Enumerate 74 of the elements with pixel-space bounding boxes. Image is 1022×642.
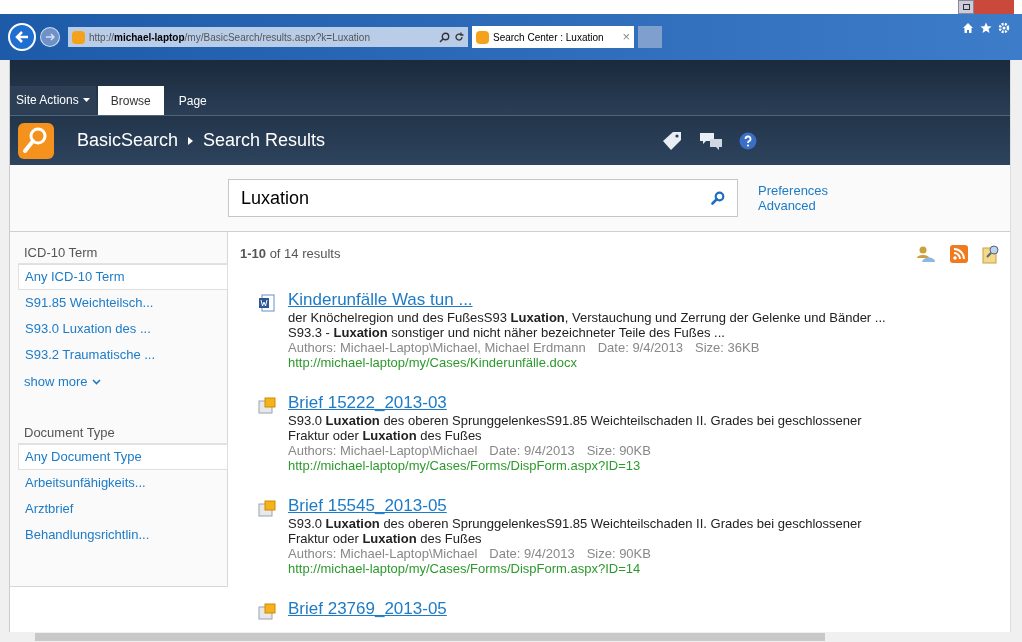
word-document-icon — [258, 294, 276, 312]
result-metadata: Size: 36KB — [695, 340, 760, 355]
caret-icon — [82, 97, 90, 102]
refiner-item[interactable]: S93.0 Luxation des ... — [18, 316, 227, 342]
site-title[interactable]: BasicSearch — [77, 127, 179, 154]
refiner-item[interactable]: Arztbrief — [18, 496, 227, 522]
result-metadata: Date: 9/4/2013 — [597, 340, 683, 355]
refiner-item[interactable]: Any ICD-10 Term — [18, 264, 228, 290]
tag-icon[interactable] — [661, 130, 683, 151]
result-summary: Fraktur oder Luxation des Fußes — [288, 531, 483, 546]
site-actions-menu[interactable]: Site Actions — [10, 86, 96, 113]
star-icon[interactable] — [980, 22, 992, 34]
search-field[interactable]: Luxation — [228, 179, 738, 217]
result-summary: S93.3 - Luxation sonstiger und nicht näher bezeichneter Teile des Fußes ... — [288, 325, 726, 340]
result-metadata: Authors: Michael-Laptop\Michael, Michael Erdmann — [288, 340, 586, 355]
list-item-icon — [258, 397, 276, 415]
refresh-icon — [454, 32, 464, 42]
restore-button[interactable] — [958, 0, 974, 14]
page-title: Search Results — [203, 129, 326, 152]
tab-title: Search Center : Luxation — [493, 30, 605, 45]
site-favicon — [72, 30, 85, 44]
vertical-scrollbar[interactable] — [1010, 60, 1022, 632]
alert-people-icon[interactable] — [916, 245, 936, 263]
refiner-item[interactable]: S93.2 Traumatische ... — [18, 342, 227, 368]
result-url: http://michael-laptop/my/Cases/Forms/DispForm.aspx?ID=14 — [288, 561, 642, 577]
address-bar[interactable]: http://michael-laptop/my/BasicSearch/results.aspx?k=Luxation — [68, 27, 468, 47]
horizontal-scrollbar[interactable] — [0, 632, 1022, 642]
ribbon-tab[interactable]: Page — [165, 86, 220, 115]
back-button[interactable] — [8, 23, 36, 51]
forward-button[interactable] — [40, 27, 60, 47]
close-tab-button[interactable]: × — [622, 27, 630, 47]
search-logo-icon — [17, 121, 55, 160]
rss-icon[interactable] — [950, 245, 968, 263]
result-summary: Fraktur oder Luxation des Fußes — [288, 428, 483, 443]
list-item-icon — [258, 500, 276, 518]
result-title-link[interactable]: Brief 15222_2013-03 — [288, 393, 862, 413]
results-count: 1-10 of 14 results — [240, 245, 342, 264]
list-item-icon — [258, 603, 276, 621]
search-document-icon[interactable] — [982, 244, 1000, 264]
breadcrumb-arrow-icon — [188, 136, 194, 145]
search-option-link[interactable]: Preferences — [758, 183, 829, 198]
browser-tab[interactable]: Search Center : Luxation × — [472, 26, 634, 48]
result-summary: der Knöchelregion und des FußesS93 Luxation, Verstauchung und Zerrung der Gelenke und Bänder ... — [288, 310, 886, 325]
search-icon[interactable] — [711, 191, 725, 205]
forward-arrow-icon — [45, 32, 55, 42]
address-text: http://michael-laptop/my/BasicSearch/results.aspx?k=Luxation — [89, 30, 371, 45]
result-metadata: Size: 90KB — [586, 546, 651, 561]
result-metadata: Date: 9/4/2013 — [489, 546, 575, 561]
search-icon — [439, 31, 450, 43]
speech-bubbles-icon[interactable] — [699, 130, 723, 151]
result-url: http://michael-laptop/my/Cases/Kinderunfälle.docx — [288, 355, 579, 371]
settings-icon[interactable] — [998, 22, 1010, 34]
refiner-item[interactable]: S91.85 Weichteilsch... — [18, 290, 227, 316]
refiner-item[interactable]: Any Document Type — [18, 444, 228, 470]
refiner-item[interactable]: Arbeitsunfähigkeits... — [18, 470, 227, 496]
refiner-item[interactable]: Behandlungsrichtlin... — [18, 522, 227, 548]
result-url: http://michael-laptop/my/Cases/Forms/DispForm.aspx?ID=13 — [288, 458, 642, 474]
search-option-link[interactable]: Advanced — [758, 198, 829, 213]
result-metadata: Authors: Michael-Laptop\Michael — [288, 546, 478, 561]
result-summary: S93.0 Luxation des oberen SprunggelenkesS91.85 Weichteilschaden II. Grades bei geschlossener — [288, 413, 862, 428]
result-metadata: Authors: Michael-Laptop\Michael — [288, 443, 478, 458]
show-more-link[interactable]: show more — [18, 368, 227, 396]
result-title-link[interactable]: Brief 15545_2013-05 — [288, 496, 862, 516]
ribbon-tab[interactable]: Browse — [97, 86, 164, 115]
result-metadata: Date: 9/4/2013 — [489, 443, 575, 458]
chevron-down-icon — [91, 379, 101, 385]
home-icon[interactable] — [962, 22, 974, 34]
back-arrow-icon — [14, 29, 30, 45]
help-icon[interactable] — [739, 131, 757, 150]
site-favicon — [476, 30, 489, 44]
result-summary: S93.0 Luxation des oberen SprunggelenkesS91.85 Weichteilschaden II. Grades bei geschlossener — [288, 516, 862, 531]
result-title-link[interactable]: Kinderunfälle Was tun ... — [288, 290, 886, 310]
result-title-link[interactable]: Brief 23769_2013-05 — [288, 599, 447, 619]
result-metadata: Size: 90KB — [586, 443, 651, 458]
